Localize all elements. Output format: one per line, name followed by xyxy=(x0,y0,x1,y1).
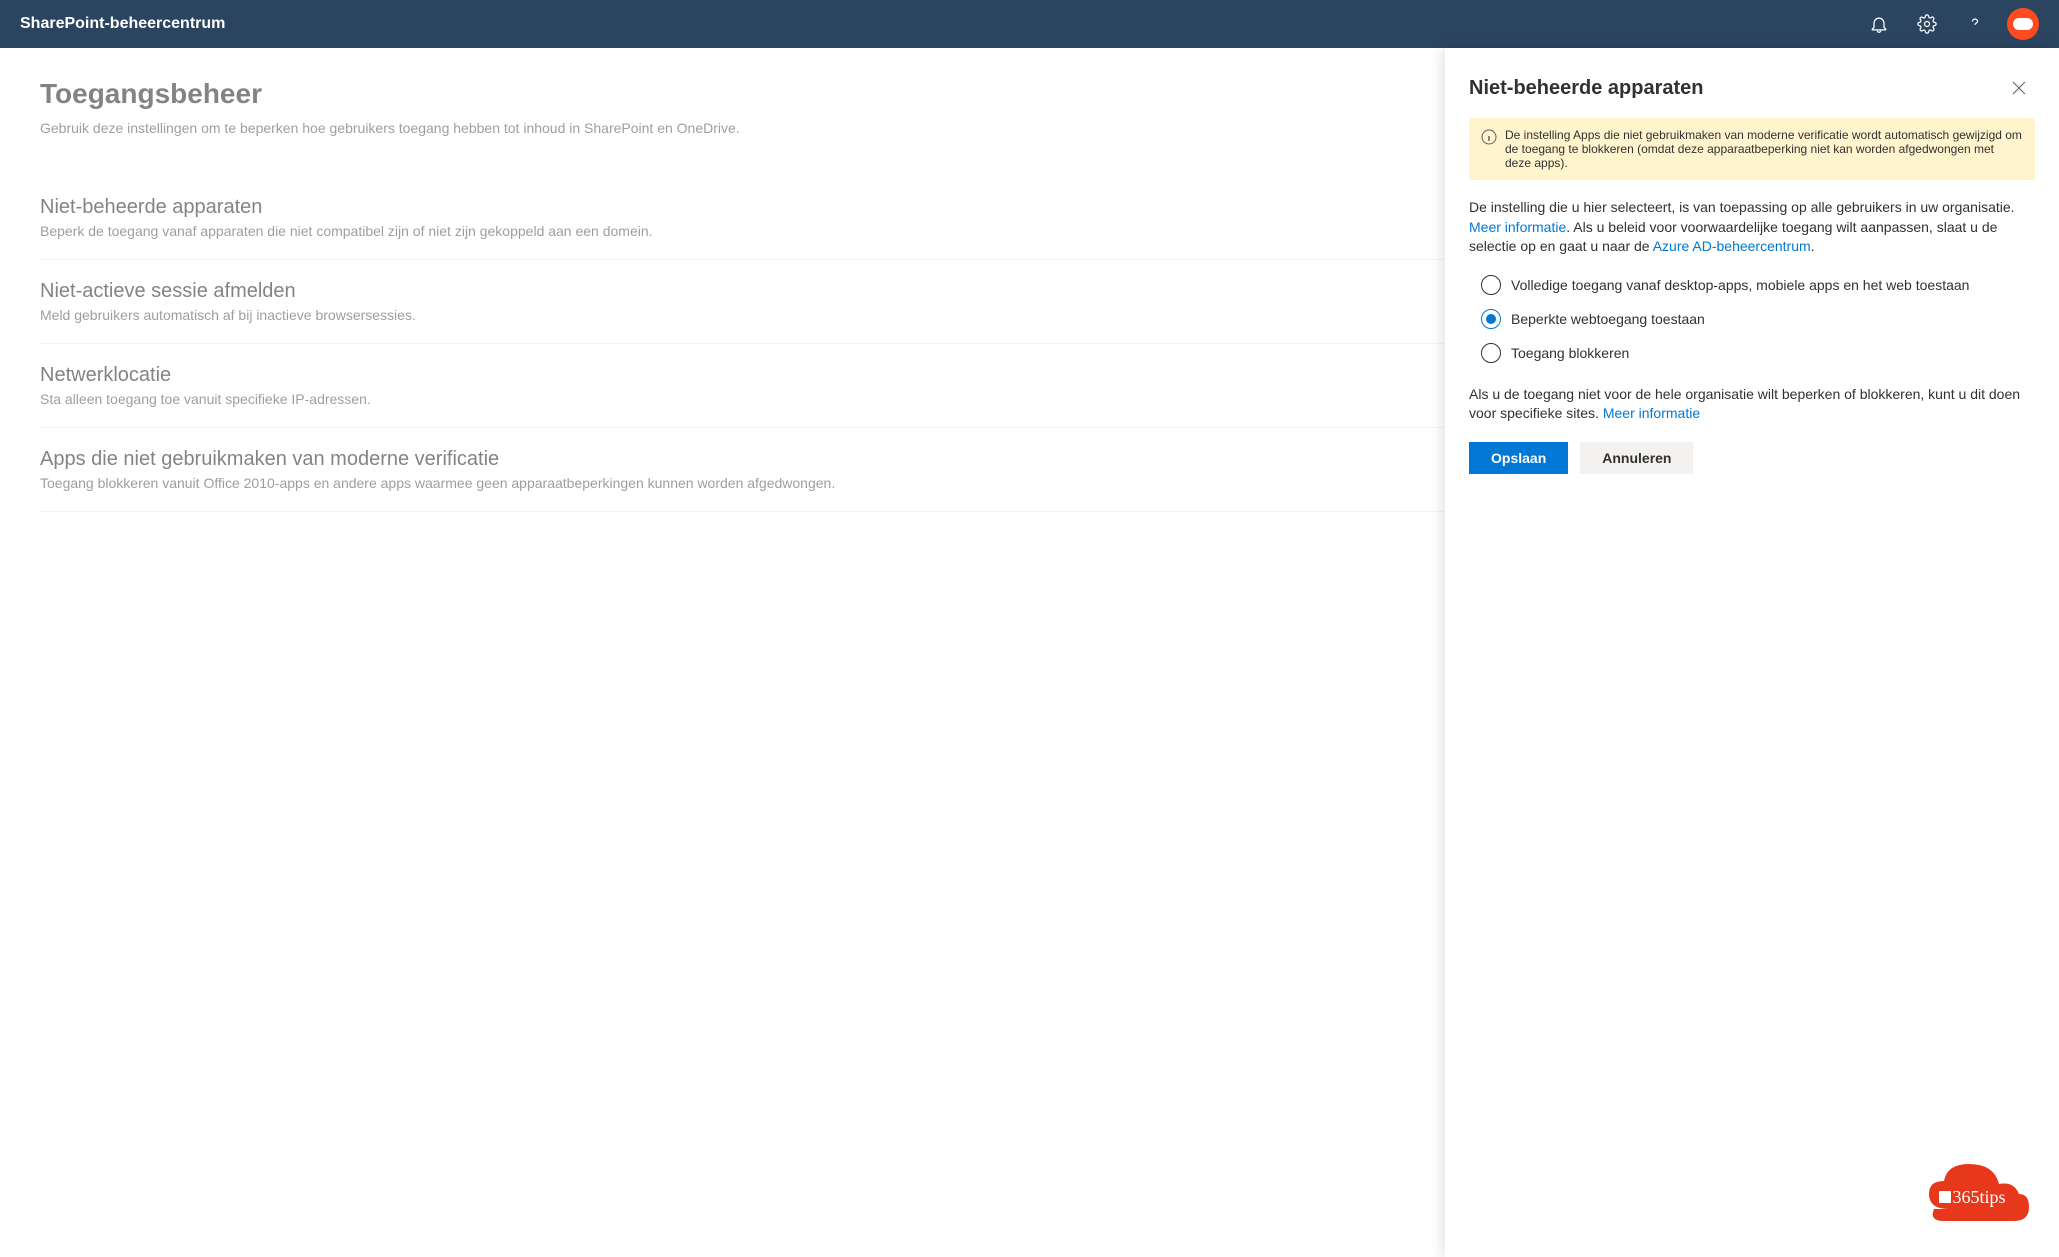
panel-intro: De instelling die u hier selecteert, is … xyxy=(1469,198,2035,257)
close-icon[interactable] xyxy=(2003,72,2035,104)
help-icon[interactable] xyxy=(1951,0,1999,48)
info-icon xyxy=(1481,129,1497,145)
settings-icon[interactable] xyxy=(1903,0,1951,48)
radio-label: Volledige toegang vanaf desktop-apps, mo… xyxy=(1511,277,1969,293)
link-azure-ad[interactable]: Azure AD-beheercentrum xyxy=(1653,238,1811,254)
info-message-bar: De instelling Apps die niet gebruikmaken… xyxy=(1469,118,2035,180)
radio-icon xyxy=(1481,275,1501,295)
info-message-text: De instelling Apps die niet gebruikmaken… xyxy=(1505,128,2023,170)
notifications-icon[interactable] xyxy=(1855,0,1903,48)
radio-full-access[interactable]: Volledige toegang vanaf desktop-apps, mo… xyxy=(1481,275,2035,295)
radio-limited-web[interactable]: Beperkte webtoegang toestaan xyxy=(1481,309,2035,329)
app-title: SharePoint-beheercentrum xyxy=(20,15,225,33)
tips-logo-badge[interactable]: 365tips xyxy=(1919,1159,2039,1237)
radio-icon xyxy=(1481,343,1501,363)
radio-icon xyxy=(1481,309,1501,329)
radio-label: Beperkte webtoegang toestaan xyxy=(1511,311,1705,327)
link-more-info-sites[interactable]: Meer informatie xyxy=(1603,405,1700,421)
access-radio-group: Volledige toegang vanaf desktop-apps, mo… xyxy=(1481,275,2035,363)
panel-title: Niet-beheerde apparaten xyxy=(1469,77,2003,100)
cancel-button[interactable]: Annuleren xyxy=(1580,442,1693,474)
radio-block-access[interactable]: Toegang blokkeren xyxy=(1481,343,2035,363)
radio-label: Toegang blokkeren xyxy=(1511,345,1629,361)
panel-note: Als u de toegang niet voor de hele organ… xyxy=(1469,385,2035,424)
app-header: SharePoint-beheercentrum xyxy=(0,0,2059,48)
link-more-info[interactable]: Meer informatie xyxy=(1469,219,1566,235)
user-avatar[interactable] xyxy=(2007,8,2039,40)
side-panel: Niet-beheerde apparaten De instelling Ap… xyxy=(1445,48,2059,1257)
save-button[interactable]: Opslaan xyxy=(1469,442,1568,474)
svg-text:365tips: 365tips xyxy=(1952,1187,2005,1207)
